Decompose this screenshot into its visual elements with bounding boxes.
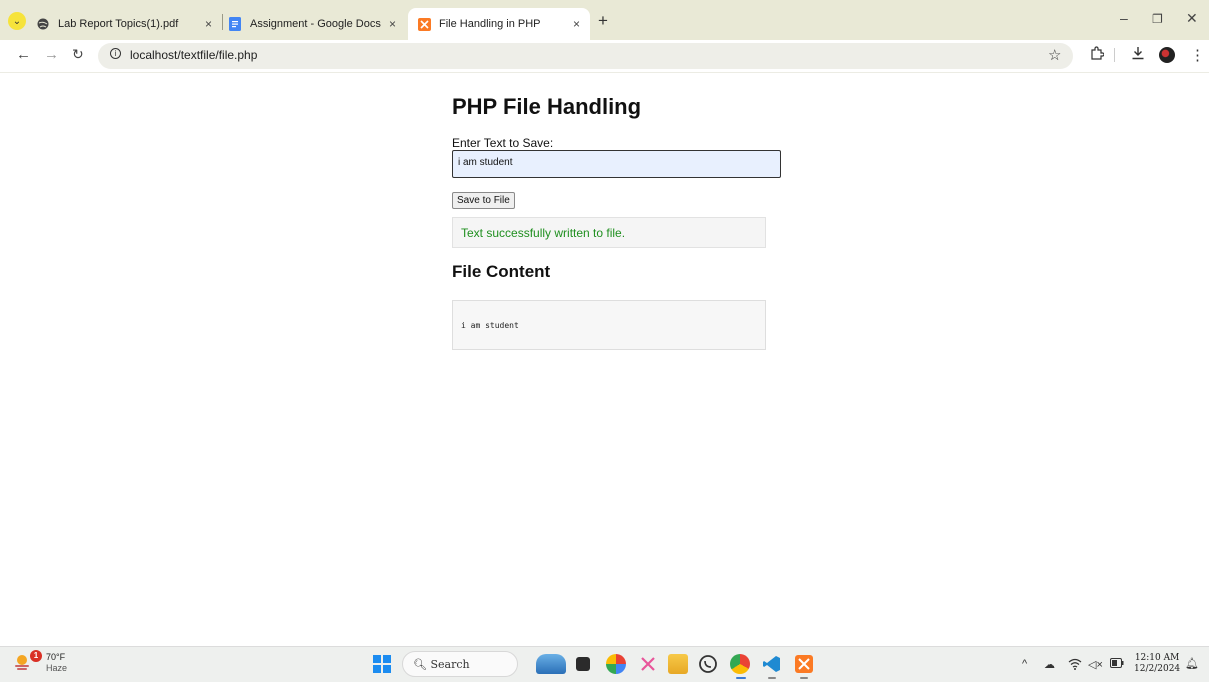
weather-temperature: 70°F bbox=[46, 652, 66, 662]
windows-start-icon[interactable] bbox=[373, 655, 391, 673]
taskbar-search-box[interactable]: 🔍︎ Search bbox=[402, 651, 518, 677]
url-text[interactable]: localhost/textfile/file.php bbox=[130, 48, 257, 62]
toolbar-divider bbox=[1114, 48, 1115, 62]
clock-time: 12:10 AM bbox=[1134, 653, 1180, 663]
active-app-indicator bbox=[736, 677, 746, 679]
chrome-icon[interactable] bbox=[730, 654, 750, 674]
forward-arrow-icon[interactable]: → bbox=[44, 46, 59, 63]
text-input-label: Enter Text to Save: bbox=[452, 136, 554, 150]
close-window-icon[interactable]: ✕ bbox=[1186, 10, 1198, 27]
globe-icon bbox=[36, 17, 50, 31]
new-tab-button[interactable]: + bbox=[598, 11, 608, 31]
clock-date: 12/2/2024 bbox=[1134, 664, 1181, 674]
restore-icon[interactable]: ❐ bbox=[1152, 12, 1163, 26]
tab-separator bbox=[222, 14, 223, 30]
app-indicator bbox=[800, 677, 808, 679]
close-tab-icon[interactable]: × bbox=[573, 17, 580, 31]
file-content-heading: File Content bbox=[452, 262, 551, 281]
tab-assignment-docs[interactable]: Assignment - Google Docs × bbox=[228, 8, 406, 40]
vscode-icon[interactable] bbox=[762, 654, 782, 674]
close-tab-icon[interactable]: × bbox=[205, 17, 212, 31]
weather-description: Haze bbox=[46, 663, 68, 673]
extensions-puzzle-icon[interactable] bbox=[1090, 46, 1105, 64]
download-icon[interactable] bbox=[1131, 46, 1145, 64]
tab-label: Lab Report Topics(1).pdf bbox=[58, 18, 179, 30]
tab-search-dropdown-icon[interactable]: ⌄ bbox=[8, 12, 26, 30]
file-content-text: i am student bbox=[461, 321, 519, 330]
close-tab-icon[interactable]: × bbox=[389, 17, 396, 31]
app-indicator bbox=[768, 677, 776, 679]
notification-bell-icon[interactable]: 🔔︎ bbox=[1185, 657, 1199, 670]
tab-label: Assignment - Google Docs bbox=[250, 18, 381, 30]
search-placeholder: Search bbox=[430, 658, 470, 671]
battery-icon[interactable] bbox=[1110, 658, 1124, 671]
task-view-icon[interactable] bbox=[576, 657, 590, 671]
weather-badge: 1 bbox=[30, 650, 42, 662]
tab-file-handling[interactable]: File Handling in PHP × bbox=[408, 8, 590, 40]
save-to-file-button[interactable]: Save to File bbox=[452, 192, 515, 209]
kebab-menu-icon[interactable]: ⋮ bbox=[1190, 46, 1205, 64]
tab-label: File Handling in PHP bbox=[439, 18, 541, 30]
volume-muted-icon[interactable]: ◁× bbox=[1088, 658, 1103, 671]
tab-lab-report[interactable]: Lab Report Topics(1).pdf × bbox=[36, 8, 222, 40]
file-explorer-icon[interactable] bbox=[668, 654, 688, 674]
site-info-icon[interactable]: i bbox=[110, 48, 121, 59]
snipping-tool-icon[interactable] bbox=[638, 654, 658, 674]
whatsapp-icon[interactable] bbox=[698, 654, 718, 674]
weather-widget[interactable]: 70°F Haze bbox=[46, 652, 67, 674]
wifi-icon[interactable] bbox=[1068, 658, 1082, 673]
minimize-icon[interactable]: – bbox=[1120, 10, 1128, 26]
google-docs-icon bbox=[228, 17, 242, 31]
page-title: PHP File Handling bbox=[452, 94, 642, 119]
tray-overflow-chevron-icon[interactable]: ^ bbox=[1022, 658, 1027, 670]
copilot-landscape-icon[interactable] bbox=[536, 654, 566, 674]
text-input-field[interactable]: i am student bbox=[452, 150, 781, 178]
system-clock[interactable]: 12:10 AM 12/2/2024 bbox=[1134, 653, 1180, 675]
windows-taskbar bbox=[0, 646, 1209, 682]
xampp-icon bbox=[417, 17, 431, 31]
copilot-icon[interactable] bbox=[606, 654, 626, 674]
back-arrow-icon[interactable]: ← bbox=[16, 46, 31, 63]
search-icon: 🔍︎ bbox=[413, 658, 427, 671]
file-content-box: i am student bbox=[452, 300, 766, 350]
toolbar-divider-line bbox=[0, 72, 1209, 73]
onedrive-cloud-icon[interactable]: ☁︎ bbox=[1044, 658, 1055, 671]
xampp-taskbar-icon[interactable] bbox=[794, 654, 814, 674]
profile-avatar-icon[interactable] bbox=[1159, 47, 1175, 63]
bookmark-star-icon[interactable]: ☆ bbox=[1048, 46, 1061, 64]
reload-icon[interactable]: ↻ bbox=[72, 46, 84, 63]
success-message: Text successfully written to file. bbox=[452, 217, 766, 248]
weather-haze-icon[interactable] bbox=[12, 652, 32, 672]
